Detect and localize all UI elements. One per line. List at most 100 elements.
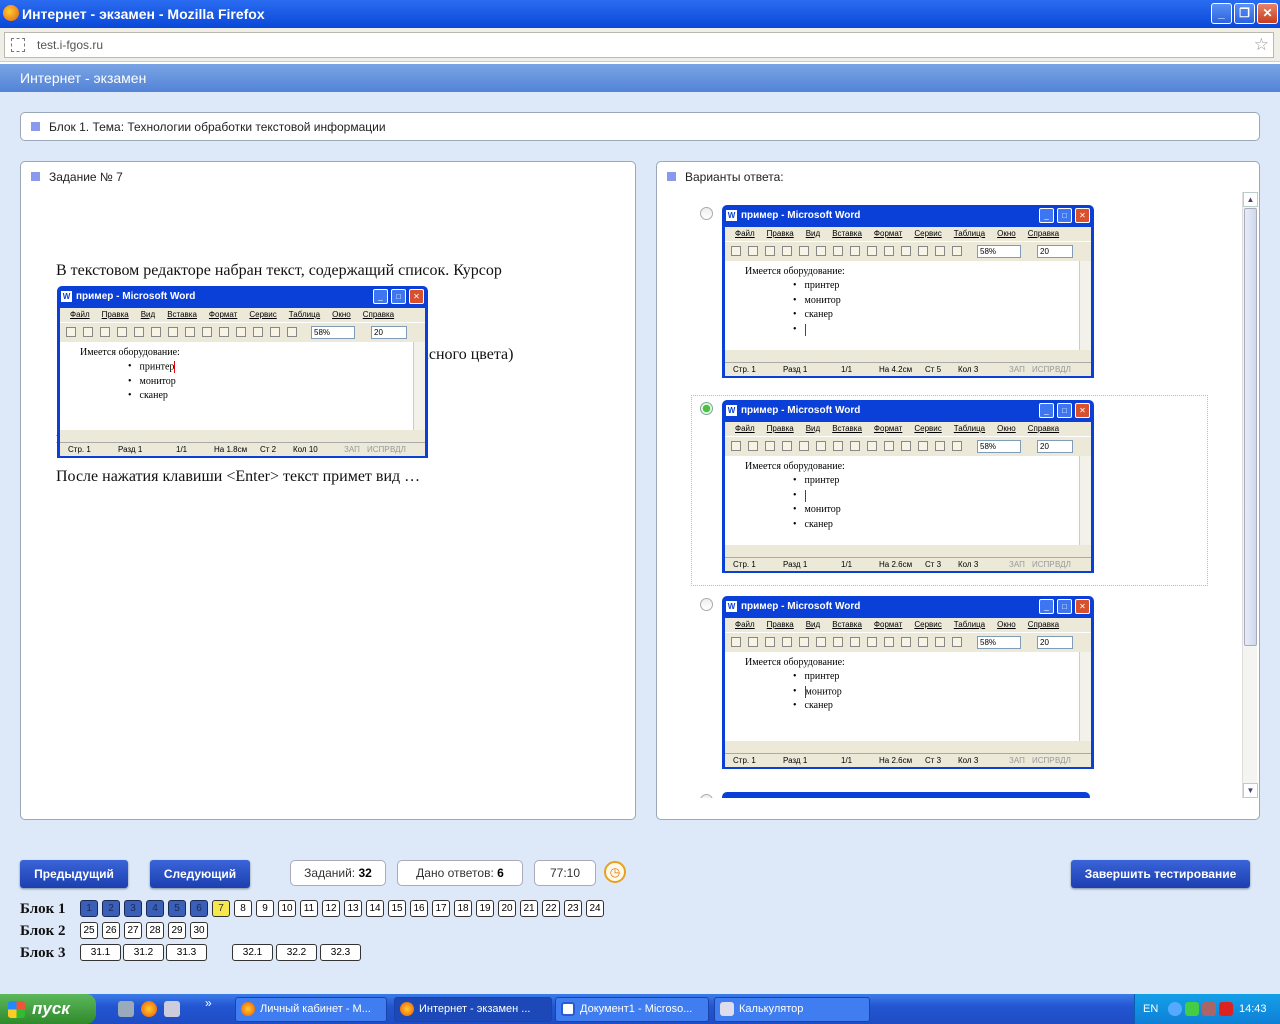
toolbar-button-icon: [765, 246, 775, 256]
scroll-down-icon[interactable]: ▼: [1243, 783, 1258, 798]
scroll-thumb[interactable]: [1244, 208, 1257, 646]
question-button[interactable]: 24: [586, 900, 604, 917]
security-icon[interactable]: [1202, 1002, 1216, 1016]
status-field: 1/1: [841, 756, 853, 765]
word-menu: Файл Правка Вид Вставка Формат Сервис Таблица О…: [60, 308, 425, 322]
question-button[interactable]: 32.2: [276, 944, 317, 961]
question-button[interactable]: 29: [168, 922, 186, 939]
bullet-icon: •: [793, 671, 797, 682]
question-button[interactable]: 13: [344, 900, 362, 917]
status-field: На 4.2см: [879, 365, 913, 374]
question-button[interactable]: 10: [278, 900, 296, 917]
finish-test-button[interactable]: Завершить тестирование: [1071, 860, 1250, 888]
word-doc-icon: W: [61, 290, 72, 302]
question-button[interactable]: 6: [190, 900, 208, 917]
answer-radio[interactable]: [700, 794, 713, 798]
answer-radio[interactable]: [700, 598, 713, 611]
question-button[interactable]: 21: [520, 900, 538, 917]
word-menu-item: Справка: [1027, 229, 1060, 238]
firefox-quicklaunch-icon[interactable]: [141, 1001, 157, 1017]
answer-radio[interactable]: [700, 402, 713, 415]
question-button[interactable]: 4: [146, 900, 164, 917]
question-button[interactable]: 31.3: [166, 944, 207, 961]
list-item: • монитор: [793, 685, 842, 698]
toolbar-button-icon: [134, 327, 144, 337]
status-field: Ст 2: [260, 445, 277, 454]
word-horizontal-scrollbar: [60, 430, 425, 442]
maximize-button[interactable]: ❐: [1234, 3, 1255, 24]
list-item: • сканер: [793, 519, 833, 530]
minimize-button[interactable]: _: [1211, 3, 1232, 24]
question-button[interactable]: 17: [432, 900, 450, 917]
question-button[interactable]: 22: [542, 900, 560, 917]
word-menu-item: Окно: [997, 229, 1016, 238]
question-button[interactable]: 2: [102, 900, 120, 917]
answered-label: Дано ответов:: [416, 866, 494, 880]
question-button[interactable]: 31.1: [80, 944, 121, 961]
question-button[interactable]: 30: [190, 922, 208, 939]
question-button[interactable]: 18: [454, 900, 472, 917]
question-button[interactable]: 20: [498, 900, 516, 917]
toolbar-button-icon: [799, 441, 809, 451]
task-after-text: После нажатия клавиши <Enter> текст прим…: [56, 468, 421, 485]
next-button[interactable]: Следующий: [150, 860, 250, 888]
question-button[interactable]: 11: [300, 900, 318, 917]
bullet-icon: •: [793, 323, 797, 335]
question-button[interactable]: 14: [366, 900, 384, 917]
antivirus-icon[interactable]: [1219, 1002, 1233, 1016]
word-statusbar: Стр. 1 Разд 1 1/1 На 4.2см Ст 5 Кол 3 ЗАП ИСПР В…: [725, 362, 1091, 376]
network-icon[interactable]: [1185, 1002, 1199, 1016]
question-button[interactable]: 16: [410, 900, 428, 917]
question-button[interactable]: 1: [80, 900, 98, 917]
start-button[interactable]: пуск: [0, 994, 96, 1024]
zoom-select: 58%: [977, 636, 1021, 649]
app-quicklaunch-icon[interactable]: [164, 1001, 180, 1017]
word-window-screenshot: Wпример - Microsoft Word _ □ ✕ Файл Правка Вид…: [57, 286, 428, 458]
answer-radio[interactable]: [700, 207, 713, 220]
firefox-icon: [400, 1002, 414, 1016]
status-field: ВДЛ: [1055, 365, 1071, 374]
question-button[interactable]: 15: [388, 900, 406, 917]
scroll-up-icon[interactable]: ▲: [1243, 192, 1258, 207]
bluetooth-icon[interactable]: [1168, 1002, 1182, 1016]
word-window-screenshot: Wпример - Microsoft Word _ □ ✕ Файл Правка Вид…: [722, 205, 1094, 378]
task-exam[interactable]: Интернет - экзамен ...: [394, 997, 552, 1022]
task-calc[interactable]: Калькулятор: [714, 997, 870, 1022]
bookmark-star-icon[interactable]: ☆: [1254, 35, 1269, 55]
question-button[interactable]: 23: [564, 900, 582, 917]
question-button[interactable]: 27: [124, 922, 142, 939]
toolbar-button-icon: [765, 441, 775, 451]
question-button[interactable]: 7: [212, 900, 230, 917]
question-button[interactable]: 32.1: [232, 944, 273, 961]
list-item-text: принтер: [139, 361, 175, 373]
question-button[interactable]: 25: [80, 922, 98, 939]
question-button[interactable]: 5: [168, 900, 186, 917]
question-button[interactable]: 12: [322, 900, 340, 917]
word-minimize-icon: _: [1039, 599, 1054, 614]
question-button[interactable]: 32.3: [320, 944, 361, 961]
answers-scrollbar[interactable]: ▲ ▼: [1242, 192, 1258, 798]
prev-button[interactable]: Предыдущий: [20, 860, 128, 888]
task-panel: Задание № 7 В текстовом редакторе набран…: [20, 161, 636, 820]
task-word[interactable]: Документ1 - Microso...: [555, 997, 709, 1022]
close-button[interactable]: ✕: [1257, 3, 1278, 24]
question-button[interactable]: 8: [234, 900, 252, 917]
question-button[interactable]: 19: [476, 900, 494, 917]
question-button[interactable]: 9: [256, 900, 274, 917]
toolbar-button-icon: [731, 441, 741, 451]
task-lk[interactable]: Личный кабинет - М...: [235, 997, 387, 1022]
word-menu-item: Таблица: [953, 620, 986, 629]
question-button[interactable]: 28: [146, 922, 164, 939]
word-close-icon: ✕: [409, 289, 424, 304]
question-button[interactable]: 3: [124, 900, 142, 917]
question-button[interactable]: 26: [102, 922, 120, 939]
url-input[interactable]: test.i-fgos.ru ☆: [4, 32, 1274, 58]
show-desktop-icon[interactable]: [118, 1001, 134, 1017]
language-indicator[interactable]: EN: [1143, 994, 1158, 1024]
word-maximize-icon: □: [1057, 599, 1072, 614]
doc-heading: Имеется оборудование:: [80, 347, 180, 358]
quicklaunch-more[interactable]: »: [205, 996, 212, 1010]
site-identity-icon[interactable]: [11, 38, 25, 52]
question-button[interactable]: 31.2: [123, 944, 164, 961]
word-menu-item: Вставка: [832, 620, 862, 629]
